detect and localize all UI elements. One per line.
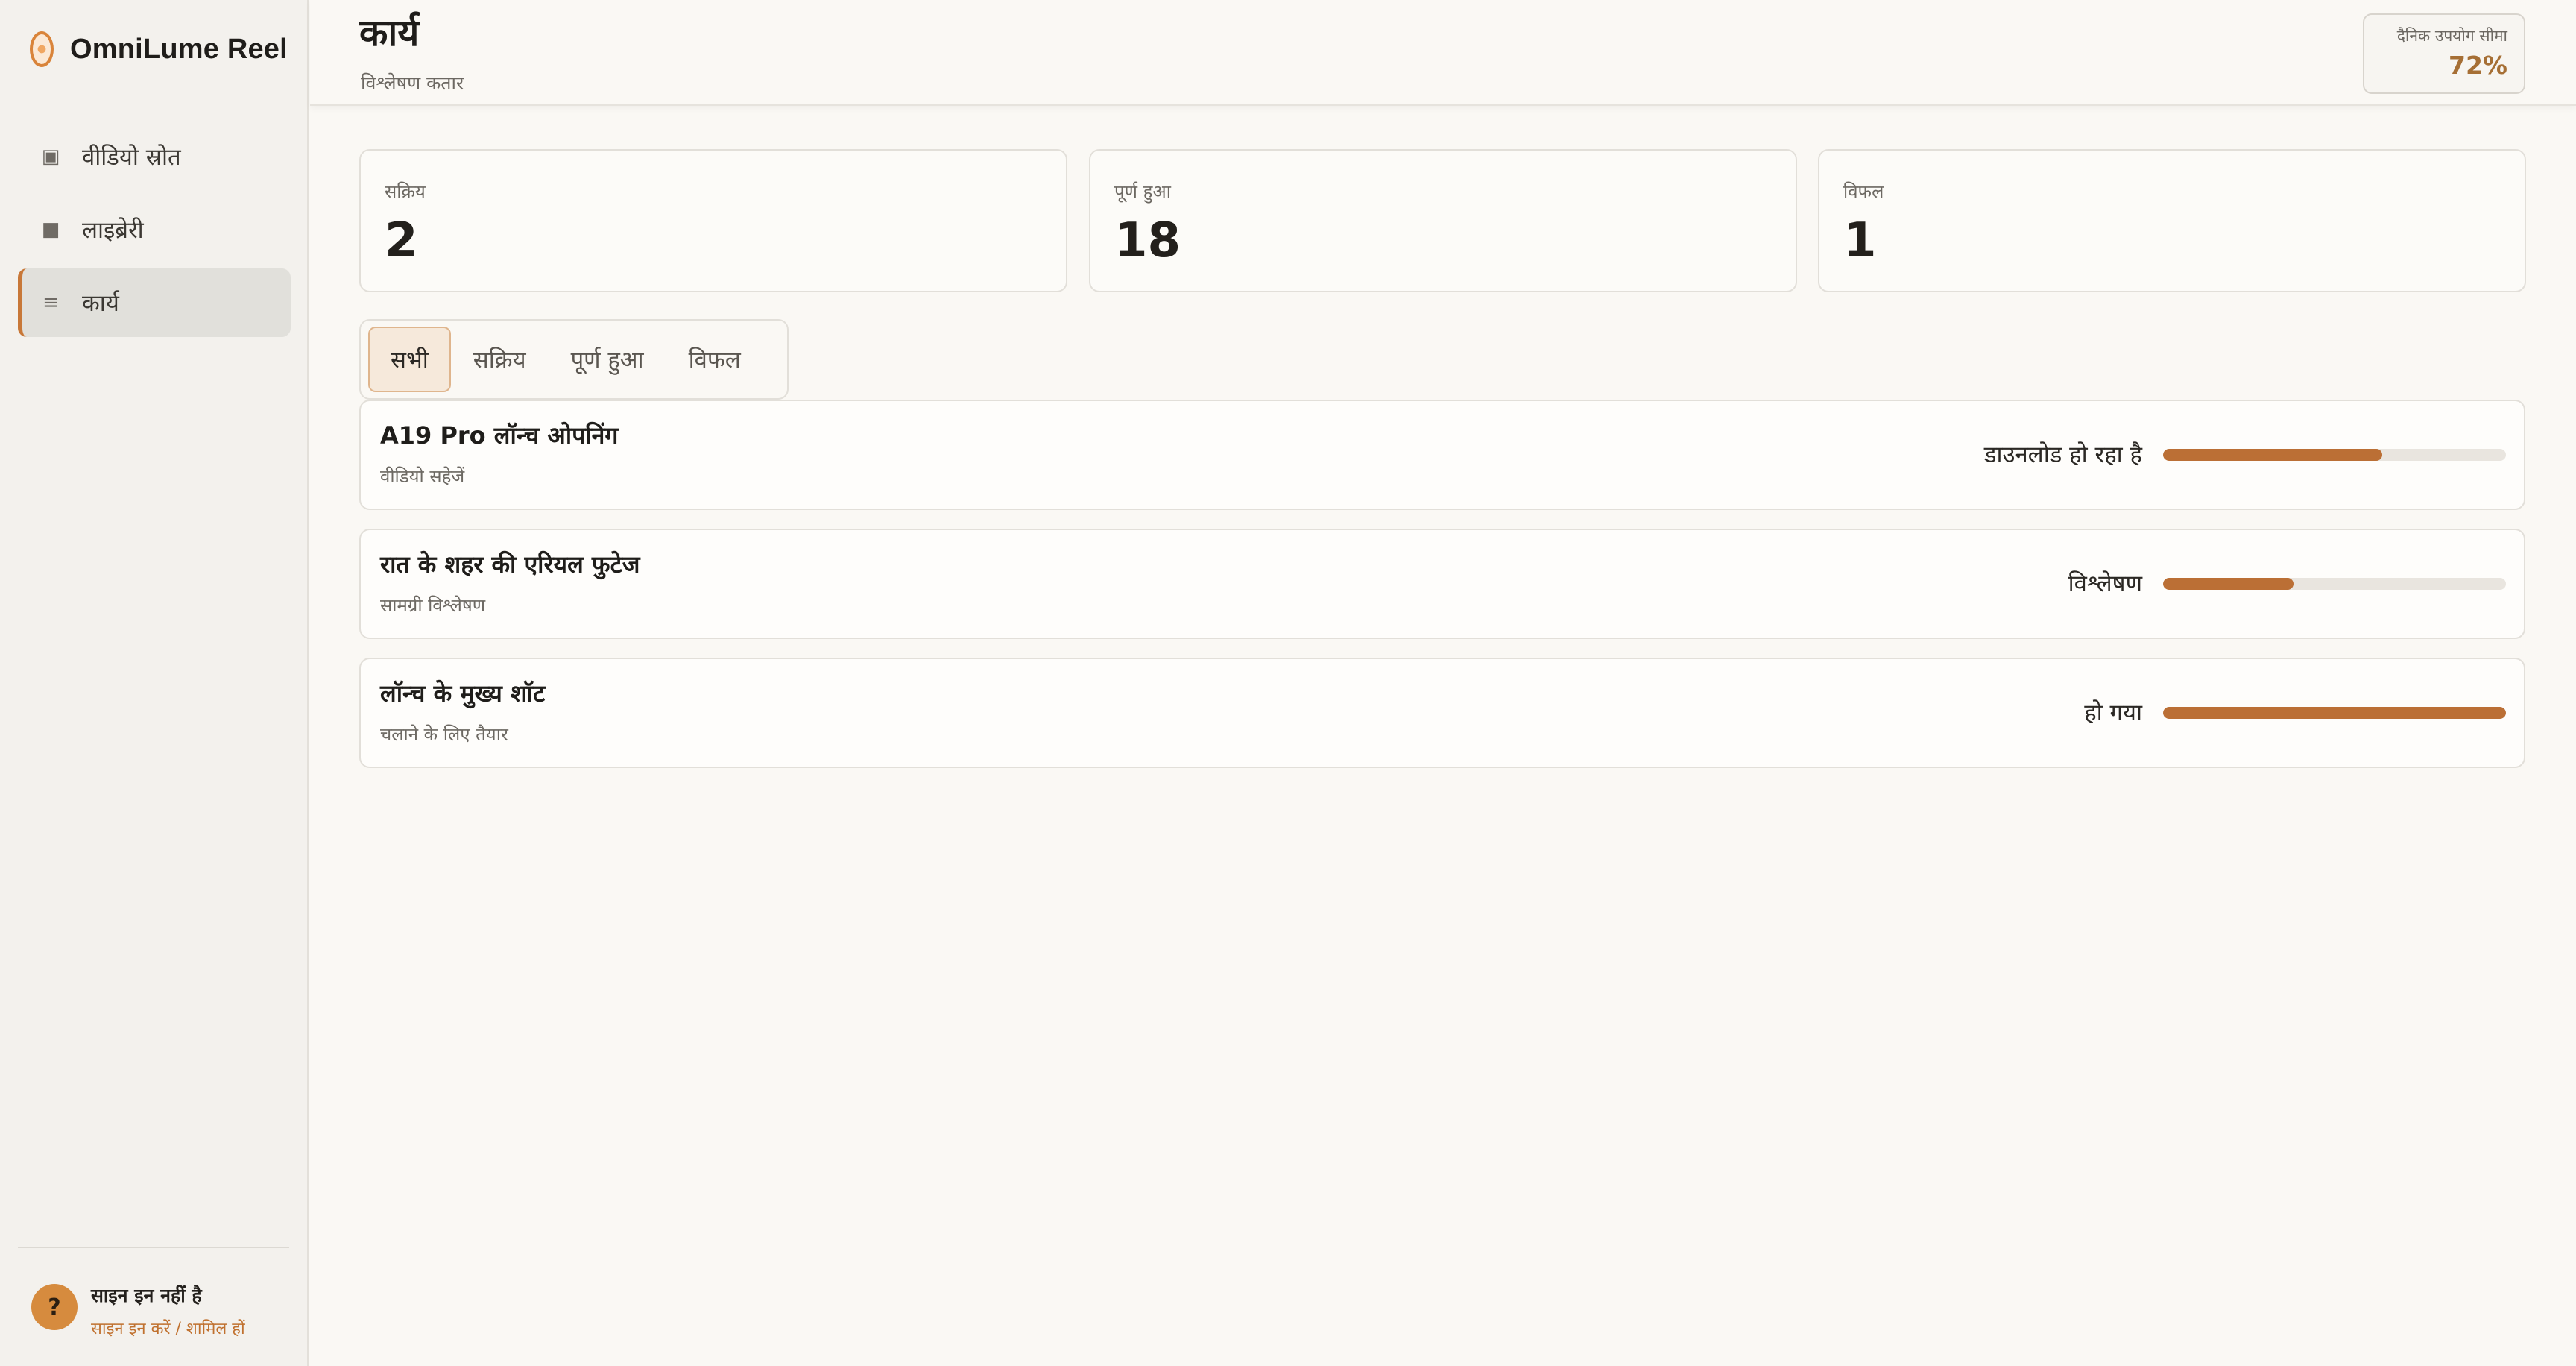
sidebar: OmniLume Reel ▣ वीडियो स्रोत ■ लाइब्रेरी… [0, 0, 309, 1366]
omnilume-logo-icon [30, 31, 54, 67]
job-title: रात के शहर की एरियल फुटेज [380, 550, 640, 579]
sidebar-item-tasks[interactable]: ≡ कार्य [18, 268, 291, 337]
filter-tabs: सभी सक्रिय पूर्ण हुआ विफल [359, 319, 789, 400]
job-row[interactable]: A19 Pro लॉन्च ओपनिंग वीडियो सहेजें डाउनल… [359, 400, 2525, 510]
job-subtitle: चलाने के लिए तैयार [380, 724, 508, 745]
sidebar-item-label: लाइब्रेरी [82, 217, 144, 244]
stat-card-completed: पूर्ण हुआ 18 [1089, 149, 1797, 292]
job-status: डाउनलोड हो रहा है [1983, 441, 2142, 468]
job-progress-bar [2163, 707, 2506, 719]
tab-completed[interactable]: पूर्ण हुआ [549, 327, 666, 392]
job-subtitle: वीडियो सहेजें [380, 466, 465, 487]
signin-status-text: साइन इन नहीं है [91, 1285, 202, 1306]
brand[interactable]: OmniLume Reel [30, 28, 288, 70]
page-subtitle: विश्लेषण कतार [361, 72, 464, 94]
user-signin-box[interactable]: ? साइन इन नहीं है साइन इन करें / शामिल ह… [31, 1282, 245, 1339]
job-progress-bar [2163, 449, 2506, 461]
sidebar-divider [18, 1247, 289, 1248]
tab-failed[interactable]: विफल [666, 327, 763, 392]
job-status: हो गया [2084, 699, 2142, 726]
stat-value: 2 [385, 213, 418, 268]
tab-all[interactable]: सभी [368, 327, 451, 392]
tasks-icon: ≡ [42, 292, 59, 314]
quota-label: दैनिक उपयोग सीमा [2396, 27, 2507, 45]
sidebar-item-video-sources[interactable]: ▣ वीडियो स्रोत [18, 122, 291, 191]
sidebar-item-label: कार्य [82, 290, 119, 317]
quota-value: 72% [2449, 51, 2507, 80]
job-progress-fill [2163, 707, 2506, 719]
stat-value: 1 [1843, 213, 1877, 268]
job-progress-fill [2163, 578, 2294, 590]
job-progress-fill [2163, 449, 2383, 461]
job-row[interactable]: रात के शहर की एरियल फुटेज सामग्री विश्ले… [359, 529, 2525, 639]
job-row[interactable]: लॉन्च के मुख्य शॉट चलाने के लिए तैयार हो… [359, 658, 2525, 768]
job-title: A19 Pro लॉन्च ओपनिंग [380, 421, 619, 450]
library-icon: ■ [41, 218, 60, 241]
signin-link[interactable]: साइन इन करें / शामिल हों [91, 1317, 245, 1339]
job-subtitle: सामग्री विश्लेषण [380, 595, 486, 616]
stat-card-failed: विफल 1 [1818, 149, 2526, 292]
page-title: कार्य [359, 11, 420, 54]
page-header: कार्य विश्लेषण कतार दैनिक उपयोग सीमा 72% [310, 0, 2576, 106]
app-name: OmniLume Reel [70, 33, 288, 65]
daily-quota-badge: दैनिक उपयोग सीमा 72% [2363, 13, 2525, 94]
stat-label: विफल [1843, 181, 1884, 202]
job-status: विश्लेषण [2068, 570, 2142, 597]
stat-label: सक्रिय [385, 181, 426, 202]
job-title: लॉन्च के मुख्य शॉट [380, 679, 546, 708]
help-avatar-icon: ? [31, 1284, 78, 1330]
stat-label: पूर्ण हुआ [1114, 181, 1171, 202]
stat-value: 18 [1114, 213, 1181, 268]
stat-card-active: सक्रिय 2 [359, 149, 1067, 292]
tab-active[interactable]: सक्रिय [451, 327, 549, 392]
sidebar-item-library[interactable]: ■ लाइब्रेरी [18, 195, 291, 264]
video-source-icon: ▣ [41, 145, 60, 168]
sidebar-item-label: वीडियो स्रोत [82, 144, 181, 171]
job-progress-bar [2163, 578, 2506, 590]
